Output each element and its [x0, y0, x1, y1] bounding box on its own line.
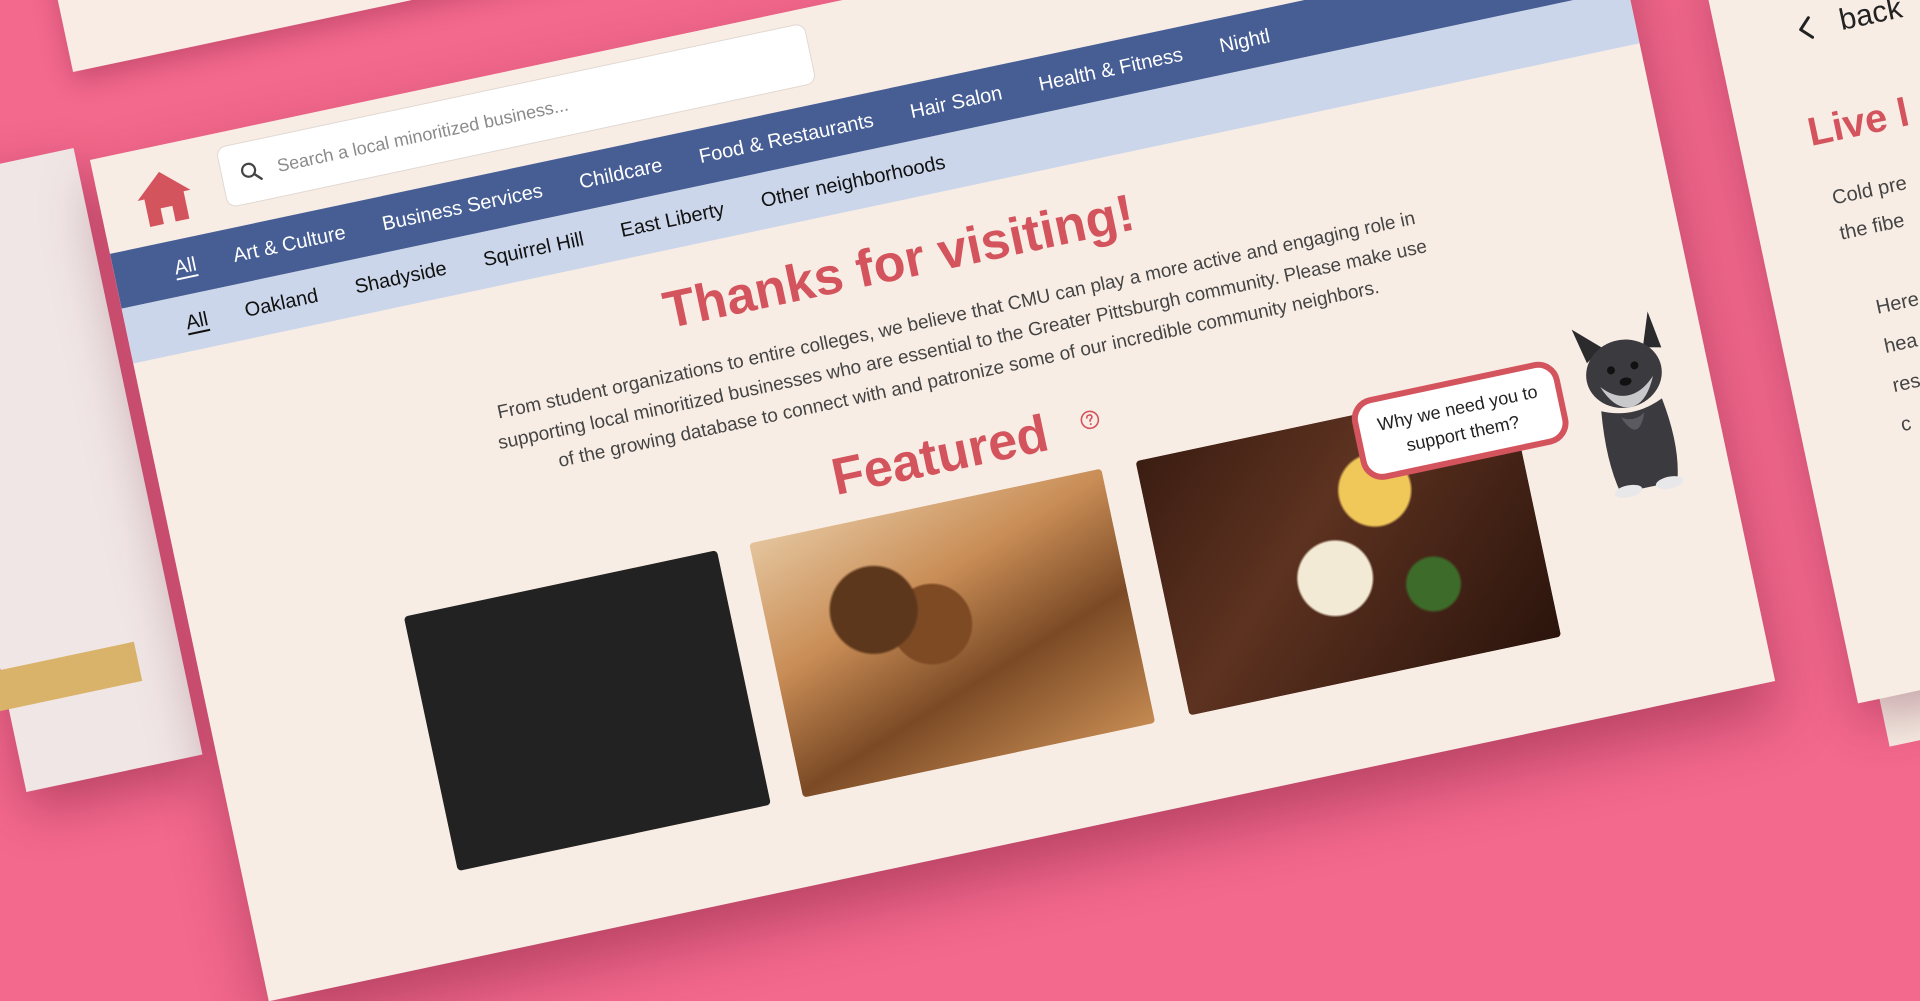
detail-text-line: c	[1898, 412, 1914, 437]
detail-text-line: hea	[1882, 329, 1920, 358]
back-label: back	[1836, 0, 1906, 37]
home-icon[interactable]	[129, 162, 200, 233]
help-icon[interactable]	[1078, 408, 1102, 432]
neighborhood-oakland[interactable]: Oakland	[243, 284, 321, 322]
category-all[interactable]: All	[172, 253, 199, 280]
back-button[interactable]: back	[1793, 0, 1905, 47]
detail-text-line: the fibe	[1837, 209, 1907, 245]
search-icon	[240, 162, 263, 180]
neighborhood-shadyside[interactable]: Shadyside	[353, 257, 449, 299]
category-art-culture[interactable]: Art & Culture	[231, 221, 348, 267]
detail-text-line: Cold pre	[1830, 172, 1909, 210]
category-nightlife[interactable]: Nightl	[1217, 25, 1272, 58]
chevron-left-icon	[1799, 16, 1815, 39]
neighborhood-east-liberty[interactable]: East Liberty	[618, 198, 726, 242]
featured-card-1[interactable]	[403, 550, 771, 872]
detail-text-line: Here	[1873, 288, 1920, 319]
neighborhood-all[interactable]: All	[184, 308, 211, 335]
category-hair-salon[interactable]: Hair Salon	[908, 82, 1004, 124]
detail-title: Live l	[1803, 90, 1913, 155]
featured-card-2[interactable]	[749, 468, 1156, 798]
detail-text-line: res	[1890, 369, 1920, 397]
category-childcare[interactable]: Childcare	[577, 154, 664, 194]
main-screen: All Art & Culture Business Services Chil…	[90, 0, 1776, 1001]
neighborhood-squirrel-hill[interactable]: Squirrel Hill	[481, 228, 586, 272]
dog-mascot-icon	[1571, 311, 1684, 498]
